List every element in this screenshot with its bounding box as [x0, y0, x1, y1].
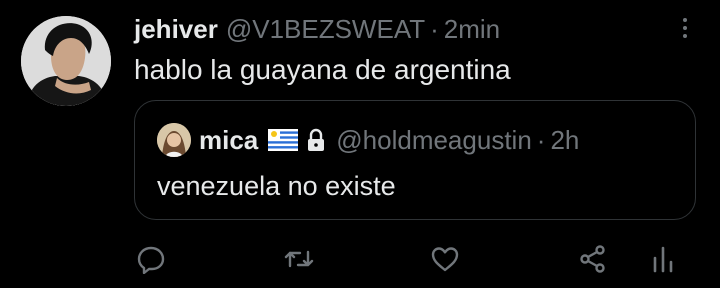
reply-icon[interactable] [136, 244, 166, 274]
quoted-author-name[interactable]: mica [199, 125, 258, 156]
tweet[interactable]: jehiver @V1BEZSWEAT · 2min hablo la guay… [0, 0, 720, 288]
quoted-author-handle[interactable]: @holdmeagustin [336, 125, 532, 156]
quoted-author-avatar[interactable] [157, 123, 191, 157]
tweet-text: hablo la guayana de argentina [134, 54, 511, 85]
author-avatar[interactable] [21, 16, 111, 106]
author-name[interactable]: jehiver [134, 14, 218, 45]
heart-icon[interactable] [430, 244, 460, 274]
tweet-header: jehiver @V1BEZSWEAT · 2min [134, 12, 500, 46]
lock-icon [308, 128, 325, 151]
tweet-timestamp[interactable]: 2min [444, 14, 500, 45]
quoted-tweet[interactable]: mica @holdmeagustin · 2h venezuela no ex… [134, 100, 696, 220]
analytics-icon[interactable] [648, 244, 678, 274]
author-handle[interactable]: @V1BEZSWEAT [226, 14, 425, 45]
retweet-icon[interactable] [284, 244, 314, 274]
quoted-tweet-text: venezuela no existe [157, 171, 396, 201]
separator-dot: · [536, 124, 546, 155]
share-icon[interactable] [578, 244, 608, 274]
more-options-icon[interactable] [677, 14, 693, 42]
separator-dot: · [430, 13, 439, 44]
quoted-tweet-timestamp[interactable]: 2h [550, 125, 579, 156]
uruguay-flag-icon [268, 129, 299, 151]
quoted-tweet-header: mica @holdmeagustin · 2h [199, 123, 579, 157]
